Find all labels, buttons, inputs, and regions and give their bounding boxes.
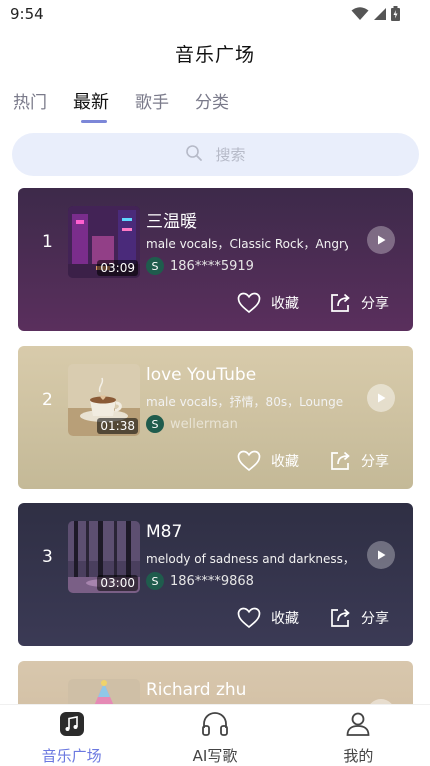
heart-icon — [237, 292, 261, 314]
song-author: S 186****5919 — [146, 257, 254, 275]
nav-music-square[interactable]: 音乐广场 — [0, 705, 143, 765]
share-label: 分享 — [361, 296, 389, 312]
signal-icon — [373, 6, 387, 25]
nav-mine[interactable]: 我的 — [287, 705, 430, 765]
song-tags: melody of sadness and darkness， — [146, 552, 348, 566]
song-cover: 03:09 — [68, 206, 140, 278]
song-rank: 1 — [42, 232, 53, 252]
heart-icon — [237, 607, 261, 629]
favorite-label: 收藏 — [271, 454, 299, 470]
song-card[interactable]: Richard zhu — [18, 661, 413, 704]
search-placeholder: 搜索 — [215, 146, 246, 164]
author-name: 186****5919 — [170, 258, 254, 274]
battery-icon — [391, 6, 400, 25]
bottom-nav: 音乐广场 AI写歌 我的 — [0, 704, 430, 765]
nav-label: AI写歌 — [192, 747, 238, 765]
song-card[interactable]: 2 01:38 love YouTube male vocals，抒情，80s，… — [18, 346, 413, 489]
song-duration: 01:38 — [97, 418, 138, 434]
play-button[interactable] — [367, 384, 395, 412]
nav-ai-write[interactable]: AI写歌 — [143, 705, 286, 765]
song-title: love YouTube — [146, 365, 257, 385]
song-actions: 收藏 分享 — [207, 450, 389, 472]
share-button[interactable]: 分享 — [329, 607, 389, 629]
tab-latest[interactable]: 最新 — [73, 88, 109, 123]
active-tab-indicator — [81, 120, 107, 123]
song-rank: 2 — [42, 390, 53, 410]
author-name: wellerman — [170, 416, 238, 432]
song-rank: 3 — [42, 547, 53, 567]
tab-latest-label: 最新 — [73, 92, 109, 113]
play-button[interactable] — [367, 541, 395, 569]
music-note-icon — [59, 711, 85, 741]
song-duration: 03:09 — [97, 260, 138, 276]
page-title: 音乐广场 — [174, 44, 255, 66]
nav-label: 音乐广场 — [41, 747, 102, 765]
song-card[interactable]: 1 03:09 三温暖 male vocals，Classic Rock，Ang… — [18, 188, 413, 331]
share-label: 分享 — [361, 611, 389, 627]
share-button[interactable]: 分享 — [329, 450, 389, 472]
tab-singers[interactable]: 歌手 — [135, 88, 169, 114]
favorite-label: 收藏 — [271, 611, 299, 627]
wifi-icon — [351, 6, 369, 25]
song-title: 三温暖 — [146, 212, 197, 232]
tab-categories[interactable]: 分类 — [195, 88, 229, 114]
share-icon — [331, 293, 350, 312]
category-tabs: 热门 最新 歌手 分类 — [13, 88, 255, 123]
play-icon — [378, 393, 386, 403]
share-icon — [331, 451, 350, 470]
song-cover: 03:00 — [68, 521, 140, 593]
favorite-button[interactable]: 收藏 — [237, 292, 299, 314]
search-icon — [185, 144, 203, 166]
cover-art-party-hat — [68, 679, 140, 704]
tab-hot[interactable]: 热门 — [13, 88, 47, 114]
song-title: Richard zhu — [146, 680, 247, 700]
author-badge: S — [146, 415, 164, 433]
heart-icon — [237, 450, 261, 472]
song-actions: 收藏 分享 — [207, 607, 389, 629]
song-title: M87 — [146, 522, 183, 542]
play-button[interactable] — [367, 226, 395, 254]
search-bar[interactable]: 搜索 — [12, 133, 419, 176]
song-duration: 03:00 — [97, 575, 138, 591]
song-card[interactable]: 3 03:00 M87 melody of sadness and darkne… — [18, 503, 413, 646]
headphones-icon — [201, 711, 229, 741]
author-name: 186****9868 — [170, 573, 254, 589]
song-tags: male vocals，Classic Rock，Angry — [146, 237, 348, 251]
share-label: 分享 — [361, 454, 389, 470]
song-list: 1 03:09 三温暖 male vocals，Classic Rock，Ang… — [18, 188, 413, 704]
song-actions: 收藏 分享 — [207, 292, 389, 314]
person-icon — [345, 711, 371, 741]
play-icon — [378, 550, 386, 560]
song-cover: 01:38 — [68, 364, 140, 436]
favorite-button[interactable]: 收藏 — [237, 607, 299, 629]
song-author: S 186****9868 — [146, 572, 254, 590]
status-icons — [351, 6, 400, 25]
nav-label: 我的 — [343, 747, 374, 765]
play-icon — [378, 235, 386, 245]
status-bar: 9:54 — [0, 0, 430, 30]
favorite-button[interactable]: 收藏 — [237, 450, 299, 472]
share-icon — [331, 608, 350, 627]
author-badge: S — [146, 257, 164, 275]
share-button[interactable]: 分享 — [329, 292, 389, 314]
song-author: S wellerman — [146, 415, 238, 433]
song-tags: male vocals，抒情，80s，Lounge — [146, 395, 344, 409]
status-time: 9:54 — [10, 5, 44, 23]
favorite-label: 收藏 — [271, 296, 299, 312]
author-badge: S — [146, 572, 164, 590]
song-cover — [68, 679, 140, 704]
